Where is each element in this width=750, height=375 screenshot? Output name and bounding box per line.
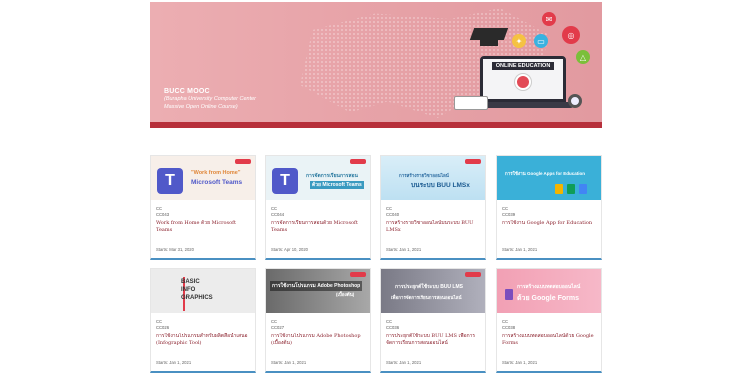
laptop-icon: ONLINE EDUCATION: [480, 56, 566, 102]
thumb-text-3: GRAPHICS: [181, 295, 213, 301]
course-thumbnail[interactable]: การประยุกต์ใช้ระบบ BUU LMS เพื่อการจัดกา…: [381, 269, 485, 313]
compass-icon: △: [576, 50, 590, 64]
course-card-google-forms[interactable]: การสร้างแบบทดสอบออนไลน์ ด้วย Google Form…: [496, 268, 602, 373]
course-start-date: Starts: Jan 1, 2021: [156, 360, 192, 365]
course-code: CC040: [386, 211, 400, 217]
course-code: CC026: [156, 324, 170, 330]
hero-banner: BUCC MOOC (Burapha University Computer C…: [150, 2, 602, 128]
google-sheets-icon: [567, 184, 575, 194]
course-thumbnail[interactable]: การใช้งาน Google Apps for Education: [497, 156, 601, 200]
course-card-buu-lms[interactable]: การประยุกต์ใช้ระบบ BUU LMS เพื่อการจัดกา…: [380, 268, 486, 373]
microsoft-teams-icon: T: [157, 168, 183, 194]
course-code: CC038: [502, 324, 516, 330]
online-education-illustration: ✉ ✦ ◎ ▭ △ ONLINE EDUCATION: [450, 6, 600, 122]
open-book-icon: [454, 96, 488, 110]
thumb-text-2: ด้วย Microsoft Teams: [310, 181, 364, 189]
course-start-date: Starts: Jan 1, 2021: [502, 247, 538, 252]
bucc-logo-icon: [350, 159, 366, 164]
course-title[interactable]: การประยุกต์ใช้ระบบ BUU LMS เพื่อการจัดกา…: [386, 333, 480, 347]
globe-icon: ◎: [562, 26, 580, 44]
chat-bubble-icon: ✉: [542, 12, 556, 26]
course-title[interactable]: การจัดการเรียนการสอนด้วย Microsoft Teams: [271, 220, 365, 234]
thumb-text: "Work from Home": [191, 170, 241, 176]
course-title[interactable]: การใช้งานโปรแกรม Adobe Photoshop (เบื้อง…: [271, 333, 365, 347]
google-forms-icon: [505, 289, 513, 300]
monitor-icon: ▭: [534, 34, 548, 48]
bucc-logo-icon: [235, 159, 251, 164]
thumb-text: การสร้างแบบทดสอบออนไลน์: [517, 284, 581, 290]
bucc-logo-icon: [465, 272, 481, 277]
bucc-logo-icon: [350, 272, 366, 277]
course-start-date: Starts: Jan 1, 2021: [271, 360, 307, 365]
magnifier-icon: [568, 94, 582, 108]
thumb-text-2: (เบื้องต้น): [336, 292, 355, 297]
course-code: CC036: [386, 324, 400, 330]
course-thumbnail[interactable]: BASIC INFO GRAPHICS: [151, 269, 255, 313]
course-start-date: Starts: Apr 10, 2020: [271, 247, 309, 252]
course-card-teams-teaching[interactable]: T การจัดการเรียนการสอน ด้วย Microsoft Te…: [265, 155, 371, 260]
bucc-logo-icon: [465, 159, 481, 164]
course-title[interactable]: การสร้างแบบทดสอบออนไลน์ด้วย Google Forms: [502, 333, 596, 347]
course-card-photoshop[interactable]: การใช้งานโปรแกรม Adobe Photoshop (เบื้อง…: [265, 268, 371, 373]
thumb-text: BASIC: [181, 279, 200, 285]
hero-title: BUCC MOOC: [164, 88, 210, 95]
microsoft-teams-icon: T: [272, 168, 298, 194]
thumb-text: การใช้งาน Google Apps for Education: [505, 171, 586, 176]
course-start-date: Starts: Mar 31, 2020: [156, 247, 194, 252]
thumb-text-2: บนระบบ BUU LMSx: [411, 182, 470, 189]
thumb-text: การจัดการเรียนการสอน: [306, 173, 358, 179]
teacher-avatar-icon: [515, 74, 531, 90]
course-start-date: Starts: Jan 1, 2021: [502, 360, 538, 365]
course-start-date: Starts: Jan 1, 2021: [386, 247, 422, 252]
lightbulb-icon: ✦: [512, 34, 526, 48]
course-code: CC043: [156, 211, 170, 217]
thumb-text: การสร้างรายวิชาออนไลน์: [399, 173, 449, 178]
thumb-text: การใช้งานโปรแกรม Adobe Photoshop: [270, 281, 363, 291]
course-thumbnail[interactable]: T การจัดการเรียนการสอน ด้วย Microsoft Te…: [266, 156, 370, 200]
hero-text: BUCC MOOC (Burapha University Computer C…: [164, 88, 256, 111]
course-card-buu-lmsx[interactable]: การสร้างรายวิชาออนไลน์ บนระบบ BUU LMSx C…: [380, 155, 486, 260]
course-card-infographic[interactable]: BASIC INFO GRAPHICS CC CC026 การใช้งานโป…: [150, 268, 256, 373]
thumb-text-2: เพื่อการจัดการเรียนการสอนออนไลน์: [391, 295, 462, 300]
thumb-text: การประยุกต์ใช้ระบบ BUU LMS: [395, 284, 463, 290]
google-docs-icon: [579, 184, 587, 194]
course-code: CC044: [271, 211, 285, 217]
hero-ribbon: [150, 122, 602, 128]
course-title[interactable]: การใช้งาน Google App for Education: [502, 220, 596, 234]
laptop-label: ONLINE EDUCATION: [491, 62, 555, 70]
graduation-cap-base-icon: [480, 38, 498, 46]
course-title[interactable]: การสร้างรายวิชาออนไลน์บนระบบ BUU LMSx: [386, 220, 480, 234]
course-title[interactable]: การใช้งานโปรแกรมสำหรับผลิตสื่อนำเสนอ (In…: [156, 333, 250, 347]
course-thumbnail[interactable]: T "Work from Home" Microsoft Teams: [151, 156, 255, 200]
course-card-google-apps[interactable]: การใช้งาน Google Apps for Education CC C…: [496, 155, 602, 260]
course-card-work-from-home[interactable]: T "Work from Home" Microsoft Teams CC CC…: [150, 155, 256, 260]
google-slides-icon: [555, 184, 563, 194]
thumb-text-2: Microsoft Teams: [191, 179, 243, 186]
course-thumbnail[interactable]: การสร้างแบบทดสอบออนไลน์ ด้วย Google Form…: [497, 269, 601, 313]
thumb-text-2: INFO: [181, 287, 196, 293]
hero-subtitle-line1: (Burapha University Computer Center: [164, 96, 257, 102]
course-code: CC027: [271, 324, 285, 330]
hero-subtitle-line2: Massive Open Online Course): [164, 104, 238, 110]
course-start-date: Starts: Jan 1, 2021: [386, 360, 422, 365]
course-thumbnail[interactable]: การใช้งานโปรแกรม Adobe Photoshop (เบื้อง…: [266, 269, 370, 313]
course-code: CC039: [502, 211, 516, 217]
course-thumbnail[interactable]: การสร้างรายวิชาออนไลน์ บนระบบ BUU LMSx: [381, 156, 485, 200]
thumb-text-2: ด้วย Google Forms: [517, 295, 579, 302]
course-title[interactable]: Work from Home ด้วย Microsoft Teams: [156, 220, 250, 234]
